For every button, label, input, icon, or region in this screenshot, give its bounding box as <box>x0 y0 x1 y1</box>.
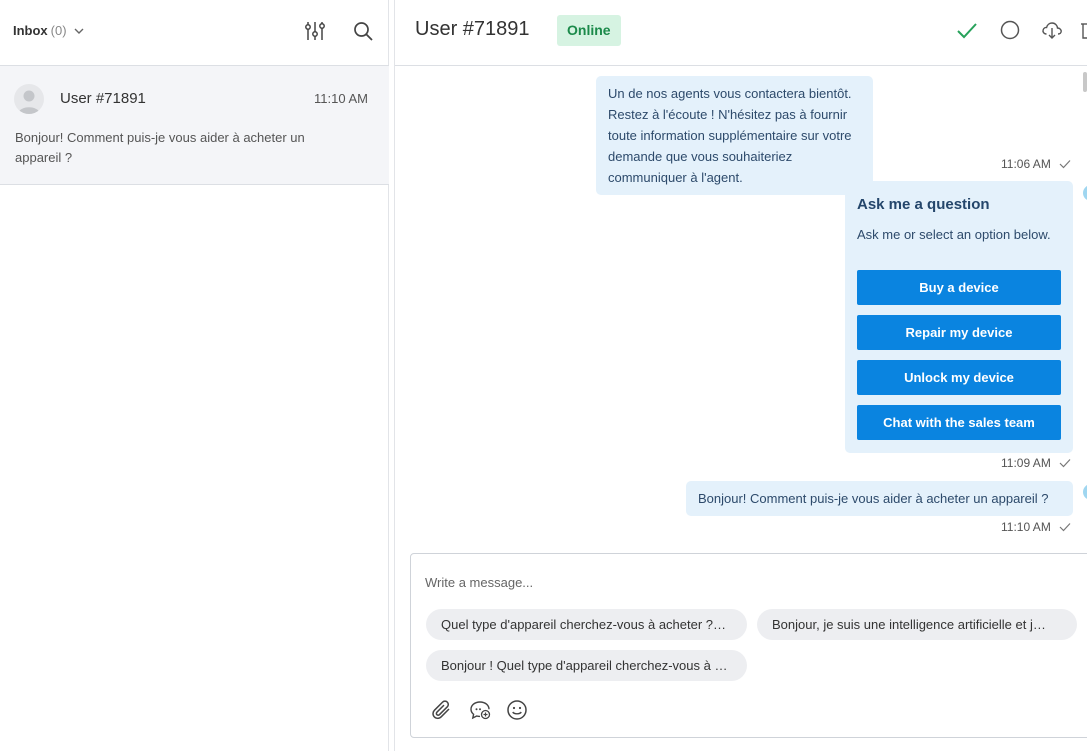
message-composer: Quel type d'appareil cherchez-vous à ach… <box>410 553 1087 738</box>
paperclip-icon[interactable] <box>430 698 454 722</box>
chat-sales-team-button[interactable]: Chat with the sales team <box>857 405 1061 440</box>
conversation-name: User #71891 <box>60 90 146 107</box>
bot-avatar <box>1083 484 1087 500</box>
bot-avatar <box>1083 185 1087 201</box>
suggestion-chip[interactable]: Bonjour, je suis une intelligence artifi… <box>757 609 1077 640</box>
chat-title: User #71891 <box>415 18 530 40</box>
conversation-list-pane: Inbox (0) User #71891 11:10 AM Bonjour! … <box>0 0 389 751</box>
conversation-item[interactable]: User #71891 11:10 AM Bonjour! Comment pu… <box>0 66 389 185</box>
card-subtitle: Ask me or select an option below. <box>857 227 1051 242</box>
conversation-preview: Bonjour! Comment puis-je vous aider à ac… <box>15 130 305 165</box>
scrollbar-thumb[interactable] <box>1083 72 1087 92</box>
conversation-time: 11:10 AM <box>314 91 368 106</box>
suggestion-chip[interactable]: Quel type d'appareil cherchez-vous à ach… <box>426 609 747 640</box>
check-icon <box>1059 459 1071 468</box>
repair-device-button[interactable]: Repair my device <box>857 315 1061 350</box>
message-meta: 11:09 AM <box>1001 456 1071 470</box>
trash-icon[interactable] <box>1081 18 1087 42</box>
check-icon[interactable] <box>955 18 979 42</box>
inbox-count: (0) <box>50 23 67 38</box>
chevron-down-icon <box>74 28 84 34</box>
message-bubble: Un de nos agents vous contactera bientôt… <box>596 76 873 195</box>
message-time: 11:10 AM <box>1001 520 1051 534</box>
message-thread: Un de nos agents vous contactera bientôt… <box>395 66 1087 546</box>
avatar <box>14 84 44 114</box>
unlock-device-button[interactable]: Unlock my device <box>857 360 1061 395</box>
search-icon[interactable] <box>351 19 375 43</box>
status-badge: Online <box>557 15 621 46</box>
check-icon <box>1059 523 1071 532</box>
user-silhouette-icon <box>18 90 40 114</box>
chat-header: User #71891 Online <box>395 0 1087 66</box>
circle-icon[interactable] <box>998 18 1022 42</box>
quick-reply-card: Ask me a question Ask me or select an op… <box>845 181 1073 453</box>
message-time: 11:09 AM <box>1001 456 1051 470</box>
buy-device-button[interactable]: Buy a device <box>857 270 1061 305</box>
message-input[interactable] <box>425 572 1065 592</box>
message-meta: 11:10 AM <box>1001 520 1071 534</box>
message-bubble: Bonjour! Comment puis-je vous aider à ac… <box>686 481 1073 516</box>
bot-chat-icon[interactable] <box>468 698 492 722</box>
emoji-icon[interactable] <box>505 698 529 722</box>
check-icon <box>1059 160 1071 169</box>
conversation-list-header: Inbox (0) <box>0 0 389 66</box>
cloud-download-icon[interactable] <box>1040 18 1064 42</box>
message-meta: 11:06 AM <box>1001 157 1071 171</box>
filter-sliders-icon[interactable] <box>303 19 327 43</box>
chat-pane: User #71891 Online Un de nos agents vous… <box>394 0 1087 751</box>
suggestion-chip[interactable]: Bonjour ! Quel type d'appareil cherchez-… <box>426 650 747 681</box>
message-time: 11:06 AM <box>1001 157 1051 171</box>
card-title: Ask me a question <box>857 196 990 213</box>
inbox-dropdown[interactable]: Inbox (0) <box>13 23 85 38</box>
inbox-label: Inbox <box>13 23 48 38</box>
